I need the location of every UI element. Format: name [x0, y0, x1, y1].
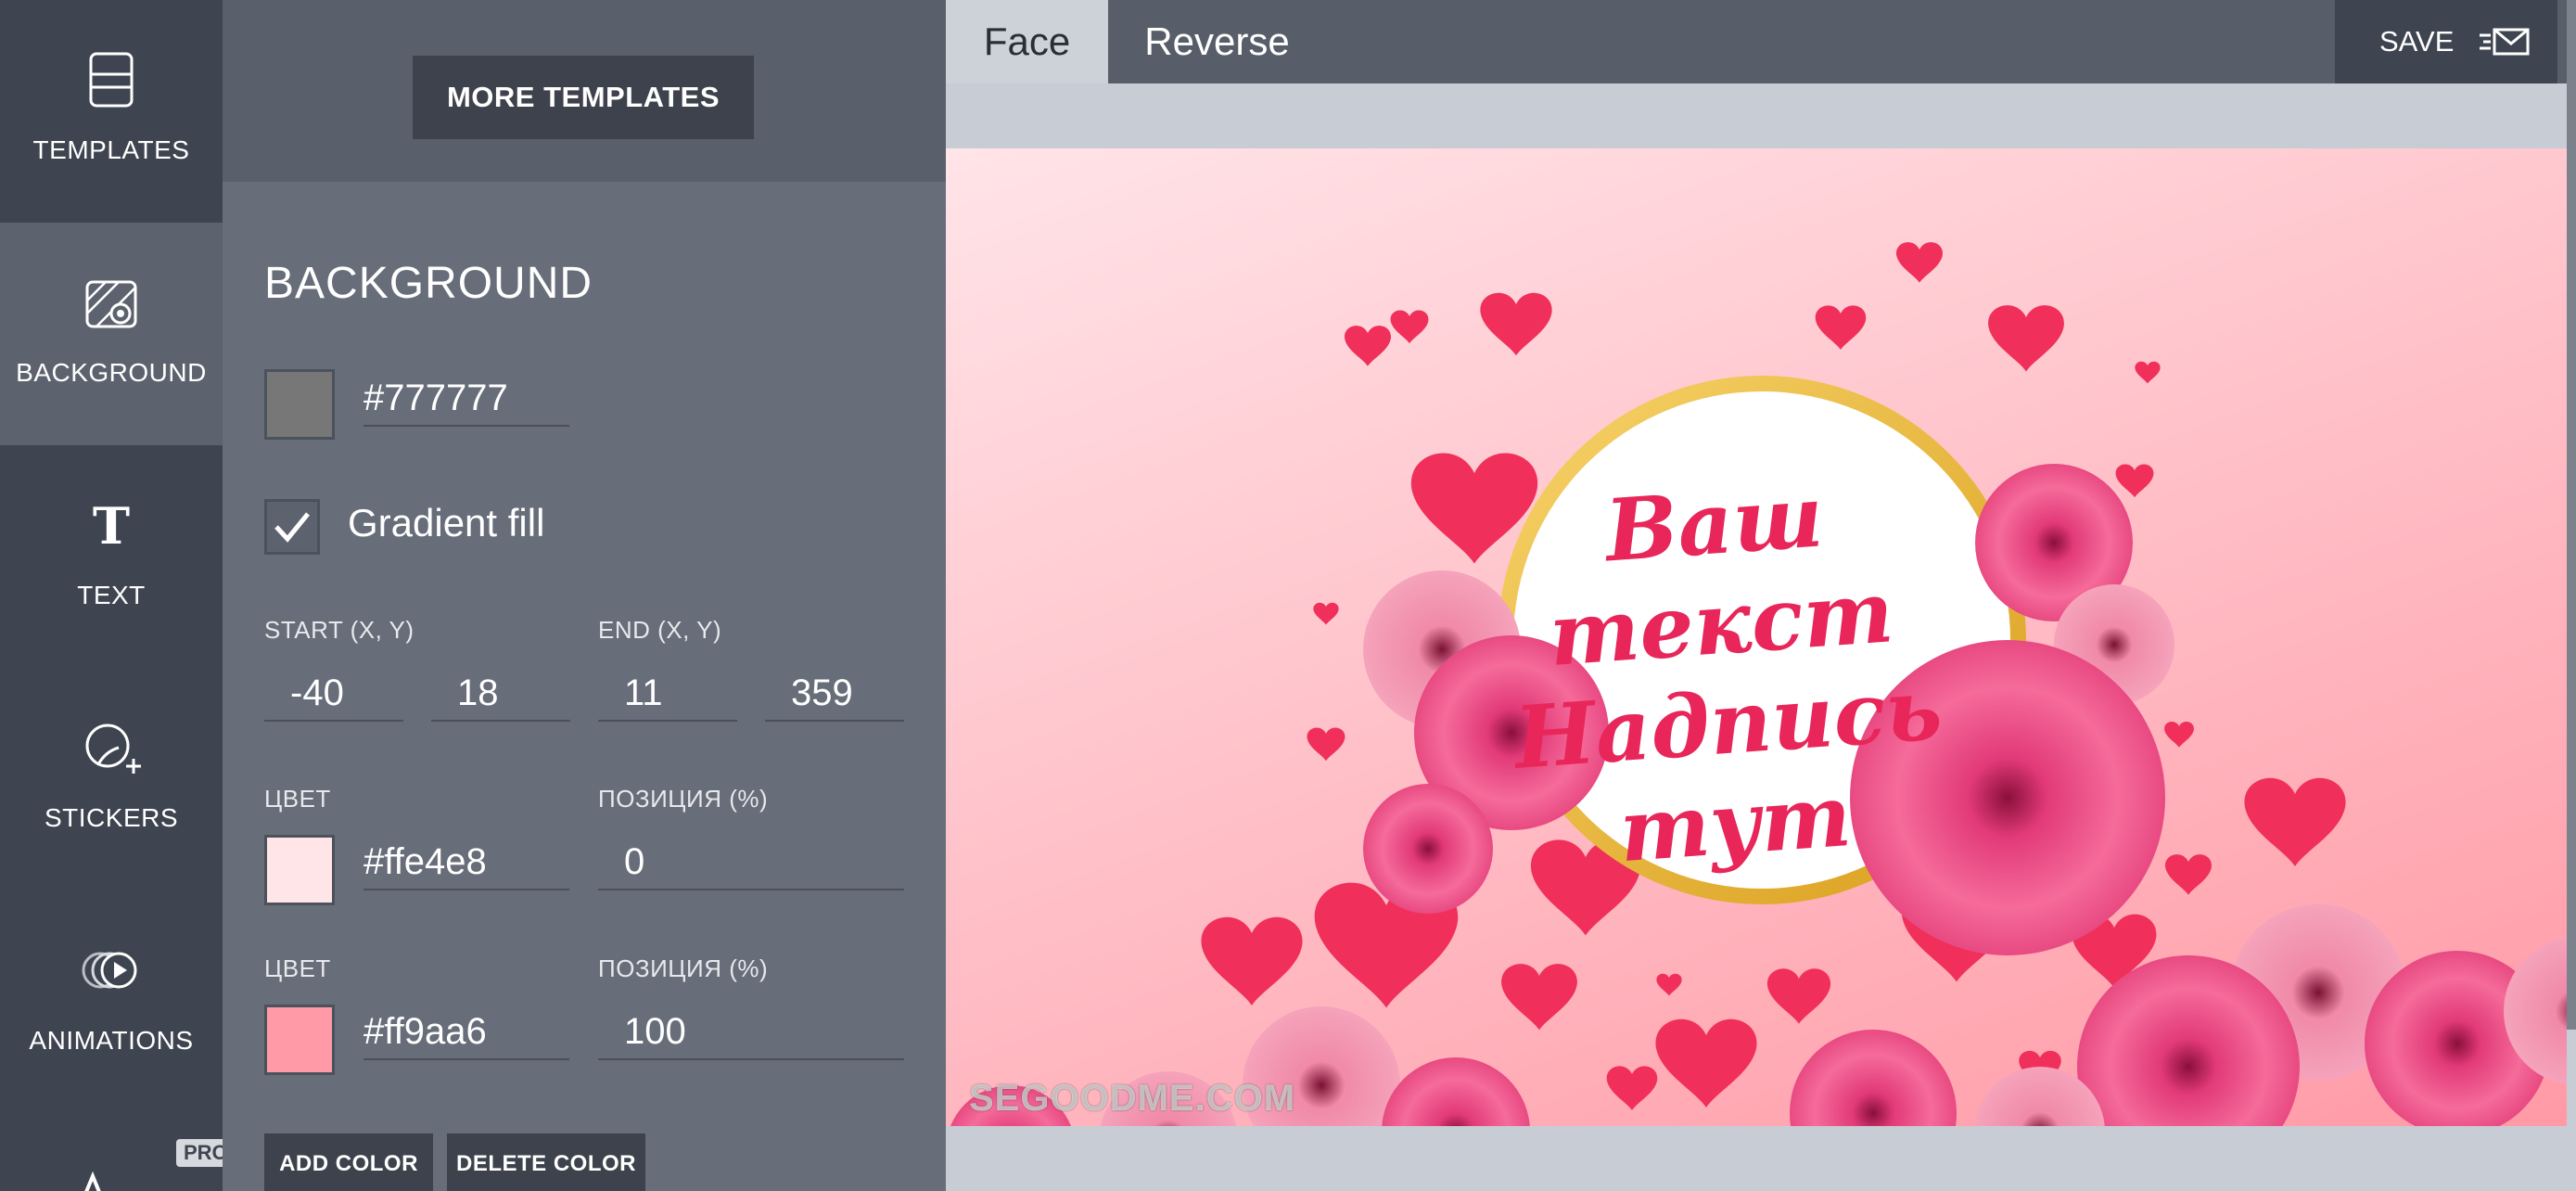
rail-item-stickers[interactable]: STICKERS — [0, 668, 223, 890]
start-y-input[interactable]: 18 — [431, 666, 570, 722]
rail-label-animations: ANIMATIONS — [29, 1026, 194, 1055]
side-tabs-bar: Face Reverse SAVE — [946, 0, 2576, 1030]
save-label: SAVE — [2379, 25, 2455, 58]
panel-header: MORE TEMPLATES — [223, 0, 946, 182]
add-color-button[interactable]: ADD COLOR — [264, 1133, 433, 1191]
vertical-scrollbar[interactable] — [2567, 0, 2576, 1030]
stop-2-color-label: ЦВЕТ — [264, 954, 331, 982]
end-xy-label: END (X, Y) — [598, 616, 722, 644]
more-templates-button[interactable]: MORE TEMPLATES — [413, 56, 754, 139]
gradient-fill-checkbox[interactable] — [264, 499, 320, 555]
check-icon — [274, 512, 310, 543]
rail-item-templates[interactable]: TEMPLATES — [0, 0, 223, 223]
pro-badge: PRO — [176, 1139, 223, 1167]
card-canvas-area: Ваш текст Надпись тут SEGOODME.COM — [946, 83, 2567, 1191]
stop-1-position-input[interactable]: 0 — [598, 835, 904, 890]
card-face-preview[interactable]: Ваш текст Надпись тут SEGOODME.COM — [946, 148, 2567, 1126]
end-y-input[interactable]: 359 — [765, 666, 904, 722]
base-color-hex-input[interactable]: #777777 — [363, 371, 569, 427]
rail-item-text[interactable]: T TEXT — [0, 445, 223, 668]
start-x-input[interactable]: -40 — [264, 666, 403, 722]
stop-2-position-input[interactable]: 100 — [598, 1005, 904, 1060]
svg-text:T: T — [93, 496, 130, 556]
send-envelope-icon — [2480, 28, 2530, 56]
stop-2-color-swatch[interactable] — [264, 1005, 335, 1075]
gradient-fill-label: Gradient fill — [348, 501, 545, 544]
stop-1-hex-input[interactable]: #ffe4e8 — [363, 835, 569, 890]
rail-label-background: BACKGROUND — [16, 358, 207, 387]
pro-tool-icon — [84, 1171, 101, 1191]
stickers-icon — [85, 724, 141, 774]
rail-item-background[interactable]: BACKGROUND — [0, 223, 223, 445]
card-greeting-text[interactable]: Ваш текст Надпись тут — [1452, 455, 1998, 891]
section-title: BACKGROUND — [264, 259, 593, 308]
background-settings-panel: MORE TEMPLATES BACKGROUND #777777 Gradie… — [223, 0, 946, 1191]
base-color-swatch[interactable] — [264, 369, 335, 440]
start-xy-label: START (X, Y) — [264, 616, 414, 644]
stop-1-color-swatch[interactable] — [264, 835, 335, 905]
rail-label-templates: TEMPLATES — [32, 135, 190, 164]
rail-item-animations[interactable]: ANIMATIONS — [0, 890, 223, 1113]
delete-color-button[interactable]: DELETE COLOR — [447, 1133, 645, 1191]
site-watermark: SEGOODME.COM — [969, 1078, 1296, 1119]
save-button[interactable]: SAVE — [2335, 0, 2557, 83]
tab-reverse[interactable]: Reverse — [1108, 0, 1326, 83]
tab-face[interactable]: Face — [946, 0, 1108, 83]
stop-2-position-label: ПОЗИЦИЯ (%) — [598, 954, 769, 982]
rail-label-stickers: STICKERS — [44, 803, 179, 832]
text-icon: T — [93, 496, 130, 556]
stop-2-hex-input[interactable]: #ff9aa6 — [363, 1005, 569, 1060]
left-rail: TEMPLATES BACKGROUND T TEXT STICKERS ANI… — [0, 0, 223, 1191]
end-x-input[interactable]: 11 — [598, 666, 737, 722]
background-icon — [85, 280, 137, 328]
stop-1-color-label: ЦВЕТ — [264, 785, 331, 813]
card-text-line-1: Ваш текст — [1546, 466, 1897, 685]
templates-icon — [89, 52, 134, 108]
stop-1-position-label: ПОЗИЦИЯ (%) — [598, 785, 769, 813]
rail-label-text: TEXT — [77, 581, 146, 609]
animations-icon — [82, 952, 137, 989]
